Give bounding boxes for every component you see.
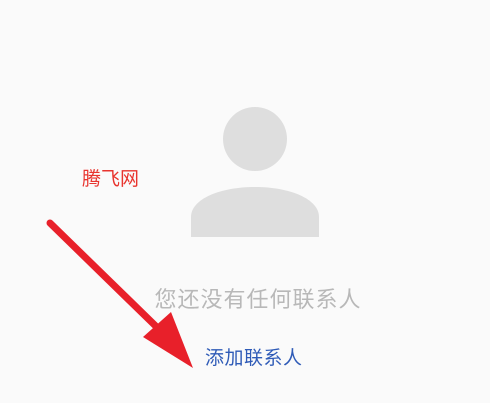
empty-state-message: 您还没有任何联系人: [154, 288, 362, 313]
watermark-text: 腾飞网: [82, 168, 140, 190]
add-contact-link[interactable]: 添加联系人: [205, 344, 303, 372]
contacts-empty-screen: 腾飞网 您还没有任何联系人 添加联系人: [0, 0, 490, 403]
person-placeholder-icon: [190, 105, 320, 237]
